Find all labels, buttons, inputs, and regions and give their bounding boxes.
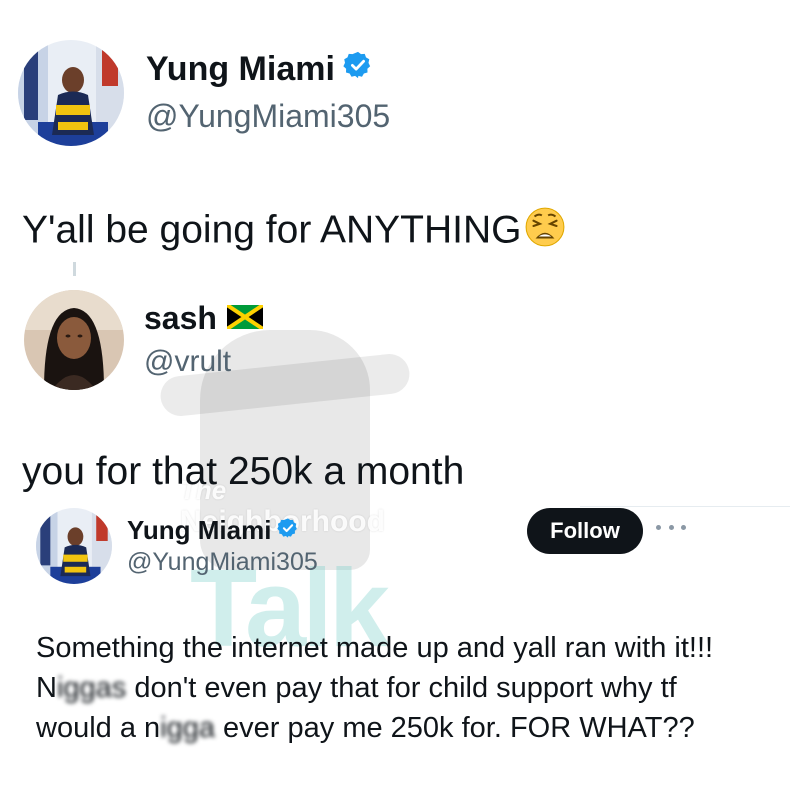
censored-word-1: iggas <box>56 672 127 704</box>
more-horizontal-icon[interactable] <box>656 520 686 534</box>
embedded-tweet-handle[interactable]: @YungMiami305 <box>127 548 318 577</box>
embedded-text-part-3: ever pay me 250k for. FOR WHAT?? <box>214 712 695 744</box>
watermark: The Neighborhood Talk <box>150 330 450 670</box>
quoted-tweet-handle[interactable]: @vrult <box>144 345 231 379</box>
follow-button[interactable]: Follow <box>527 508 643 554</box>
censored-word-2: igga <box>160 712 215 744</box>
divider <box>580 506 790 507</box>
main-tweet-body: Y'all be going for ANYTHING <box>22 208 522 252</box>
main-tweet-display-name[interactable]: Yung Miami <box>146 50 335 89</box>
embedded-tweet-text: Something the internet made up and yall … <box>36 628 736 748</box>
embedded-tweet-avatar[interactable] <box>36 508 112 584</box>
weary-face-icon <box>524 206 566 258</box>
quoted-tweet-display-name[interactable]: sash <box>144 300 217 337</box>
avatar-photo-icon <box>18 40 124 146</box>
quoted-tweet-avatar[interactable] <box>24 290 124 390</box>
embedded-tweet-author-row[interactable]: Yung Miami <box>127 515 299 546</box>
avatar-photo-icon <box>36 508 112 584</box>
main-tweet-handle[interactable]: @YungMiami305 <box>146 98 390 135</box>
embedded-tweet-display-name[interactable]: Yung Miami <box>127 515 271 546</box>
main-tweet-text: Y'all be going for ANYTHING <box>22 206 566 258</box>
quoted-tweet-text: you for that 250k a month <box>22 450 465 493</box>
quoted-tweet-author-row[interactable]: sash <box>144 300 265 337</box>
avatar-photo-icon <box>24 290 124 390</box>
main-tweet-author-row[interactable]: Yung Miami <box>146 50 373 89</box>
verified-badge-icon <box>277 515 299 546</box>
thread-connector <box>73 262 76 276</box>
jamaica-flag-icon <box>225 300 265 337</box>
verified-badge-icon <box>343 50 373 89</box>
main-tweet-avatar[interactable] <box>18 40 124 146</box>
